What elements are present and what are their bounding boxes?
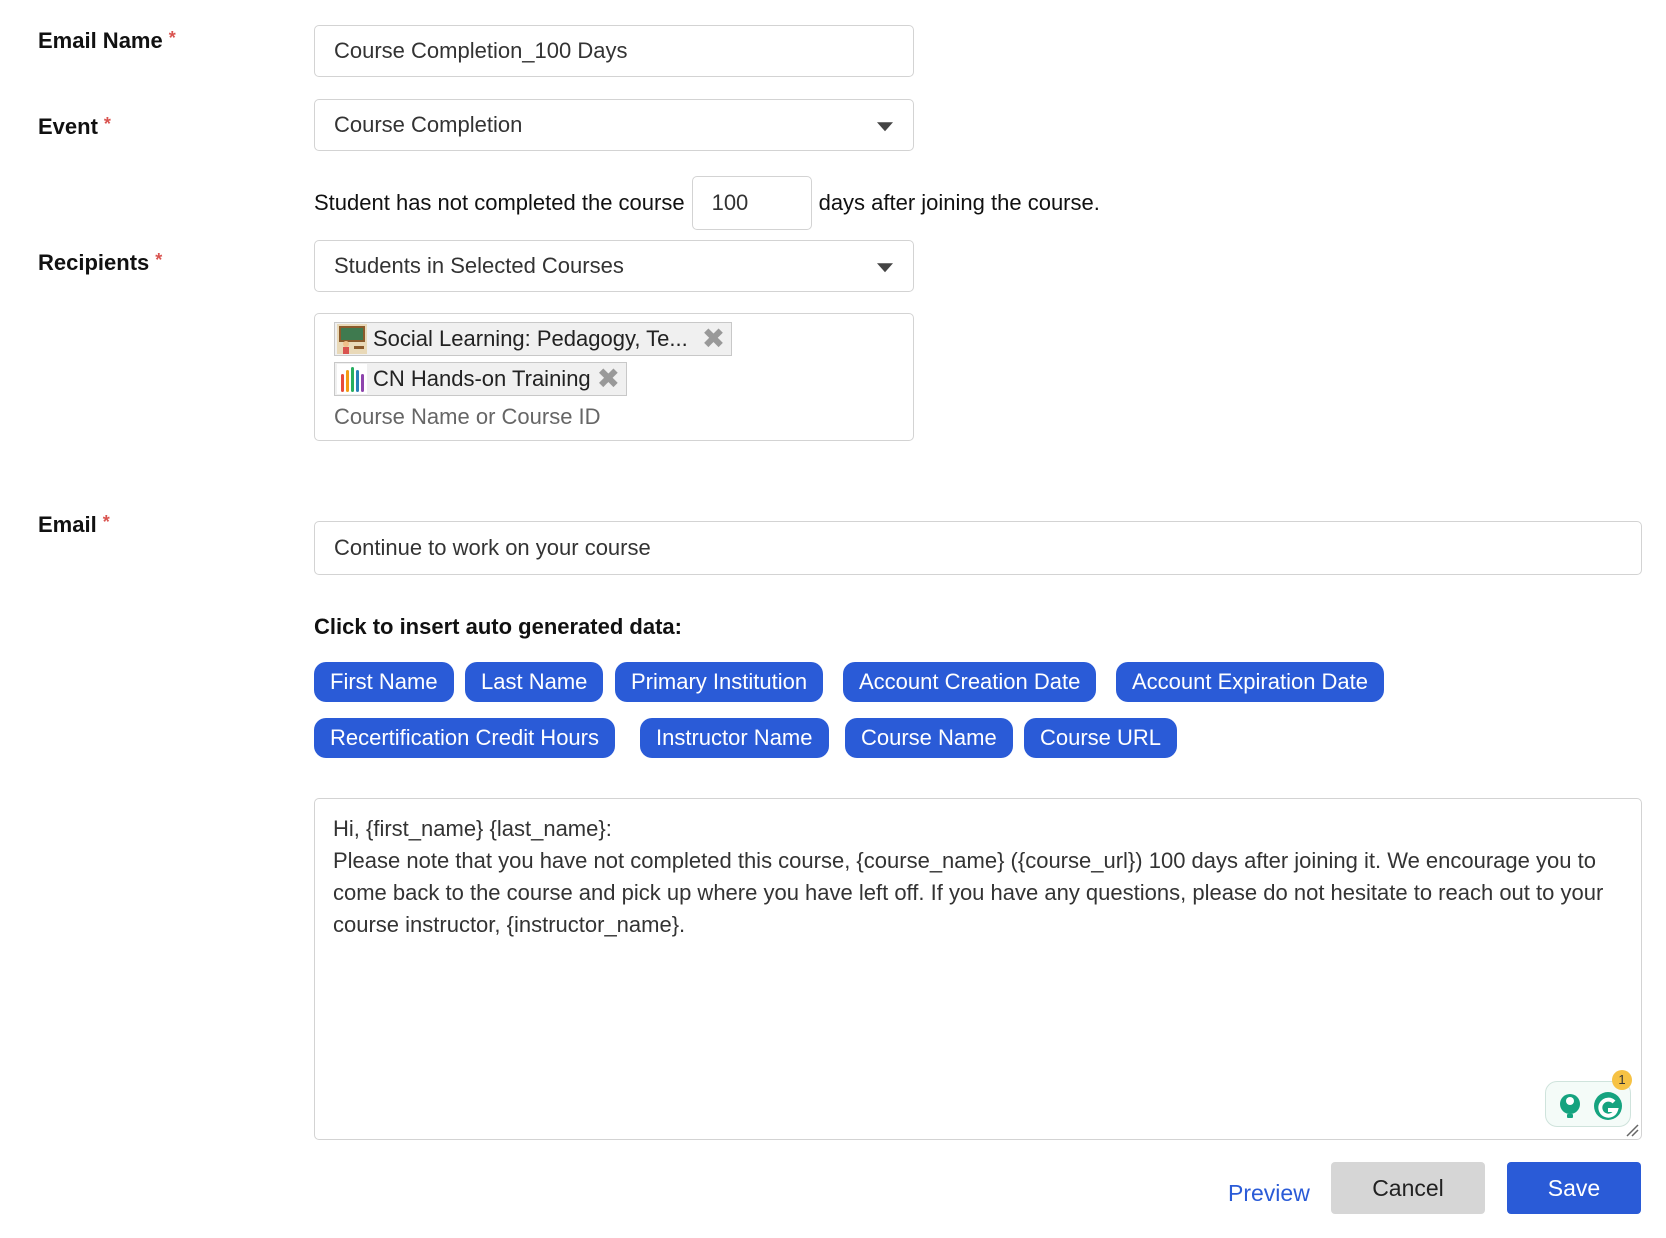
event-label: Event * — [38, 114, 111, 140]
event-select[interactable]: Course Completion — [314, 99, 914, 151]
course-chip-label: CN Hands-on Training — [373, 366, 591, 391]
email-body-textarea[interactable]: Hi, {first_name} {last_name}: Please not… — [314, 798, 1642, 1140]
preview-button[interactable]: Preview — [1228, 1168, 1310, 1218]
grammarly-widget[interactable]: 1 — [1545, 1070, 1632, 1127]
email-subject-input[interactable]: Continue to work on your course — [314, 521, 1642, 575]
close-icon[interactable]: ✖ — [597, 365, 620, 393]
classroom-thumbnail-icon — [337, 324, 367, 354]
email-name-label: Email Name * — [38, 28, 176, 54]
tag-first-name[interactable]: First Name — [314, 662, 454, 702]
recipients-label: Recipients * — [38, 250, 162, 276]
event-selected-value: Course Completion — [334, 112, 523, 137]
course-chip-label: Social Learning: Pedagogy, Te... — [373, 326, 688, 351]
tag-instructor-name[interactable]: Instructor Name — [640, 718, 829, 758]
tag-course-url[interactable]: Course URL — [1024, 718, 1178, 758]
email-body-paragraph: Please note that you have not completed … — [333, 848, 1604, 937]
chevron-down-icon — [877, 122, 893, 132]
required-asterisk: * — [103, 114, 111, 134]
email-name-input[interactable]: Course Completion_100 Days — [314, 25, 914, 77]
condition-suffix: days after joining the course. — [818, 190, 1100, 215]
condition-prefix: Student has not completed the course — [314, 190, 685, 215]
recipients-select[interactable]: Students in Selected Courses — [314, 240, 914, 292]
hands-thumbnail-icon — [337, 364, 367, 394]
days-value: 100 — [711, 190, 749, 215]
days-input[interactable]: 100 — [691, 176, 812, 230]
resize-handle-icon[interactable] — [1625, 1123, 1639, 1137]
recipients-label-text: Recipients — [38, 250, 150, 275]
tag-last-name[interactable]: Last Name — [465, 662, 604, 702]
email-body-greeting: Hi, {first_name} {last_name}: — [333, 816, 612, 841]
grammarly-badge: 1 — [1612, 1070, 1632, 1090]
required-asterisk: * — [168, 28, 176, 48]
required-asterisk: * — [155, 250, 163, 270]
insert-data-title: Click to insert auto generated data: — [314, 614, 682, 639]
email-name-label-text: Email Name — [38, 28, 163, 53]
chevron-down-icon — [877, 263, 893, 273]
course-picker[interactable]: Social Learning: Pedagogy, Te... ✖ CN Ha… — [314, 313, 914, 441]
recipients-selected-value: Students in Selected Courses — [334, 253, 624, 278]
condition-row: Student has not completed the course 100… — [314, 176, 1100, 230]
course-chip: CN Hands-on Training ✖ — [334, 362, 628, 396]
course-chip: Social Learning: Pedagogy, Te... ✖ — [334, 322, 733, 356]
email-label-text: Email — [38, 512, 97, 537]
event-label-text: Event — [38, 114, 98, 139]
email-subject-value: Continue to work on your course — [334, 535, 651, 560]
email-name-value: Course Completion_100 Days — [334, 38, 628, 63]
cancel-button[interactable]: Cancel — [1331, 1162, 1485, 1214]
required-asterisk: * — [102, 512, 110, 532]
tag-primary-institution[interactable]: Primary Institution — [615, 662, 824, 702]
tag-recertification-credit-hours[interactable]: Recertification Credit Hours — [314, 718, 615, 758]
save-button[interactable]: Save — [1507, 1162, 1641, 1214]
tag-account-creation-date[interactable]: Account Creation Date — [843, 662, 1097, 702]
tag-course-name[interactable]: Course Name — [845, 718, 1013, 758]
course-search-placeholder[interactable]: Course Name or Course ID — [334, 404, 601, 430]
tag-account-expiration-date[interactable]: Account Expiration Date — [1116, 662, 1385, 702]
email-label: Email * — [38, 512, 110, 538]
close-icon[interactable]: ✖ — [702, 325, 725, 353]
